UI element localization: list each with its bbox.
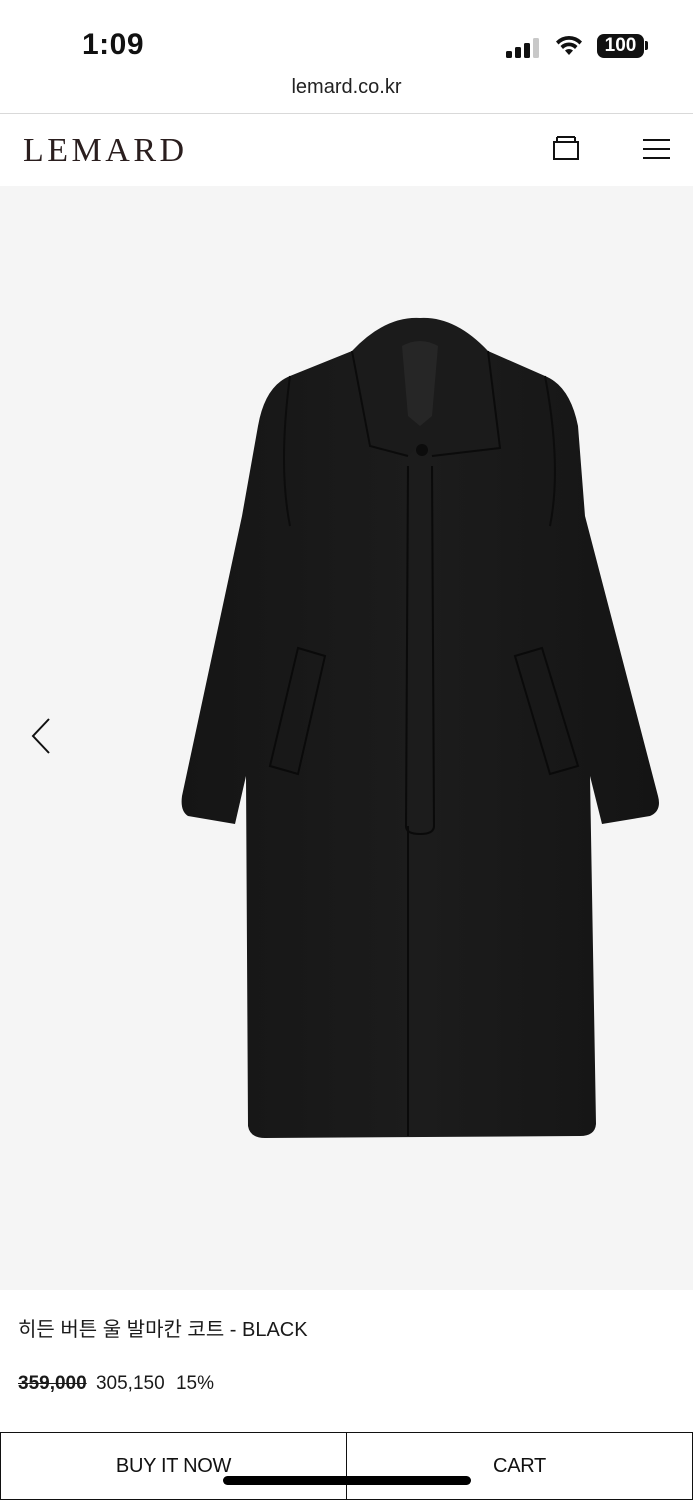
add-to-cart-button[interactable]: CART — [347, 1432, 693, 1500]
product-title: 히든 버튼 울 발마칸 코트 - BLACK — [18, 1319, 308, 1341]
battery-icon: 100 — [597, 34, 644, 58]
hamburger-menu-icon — [643, 139, 670, 159]
price-row: 359,000 305,150 15% — [18, 1373, 214, 1395]
status-bar: 1:09 100 — [0, 0, 693, 70]
home-indicator — [223, 1476, 471, 1485]
site-logo[interactable]: LEMARD — [23, 132, 188, 170]
url-bar[interactable]: lemard.co.kr — [0, 76, 693, 112]
status-time: 1:09 — [82, 28, 145, 61]
sale-price: 305,150 — [95, 1373, 165, 1394]
buy-now-button[interactable]: BUY IT NOW — [0, 1432, 347, 1500]
discount-rate: 15% — [175, 1373, 214, 1394]
chevron-left-icon[interactable] — [24, 716, 60, 756]
cellular-signal-icon — [506, 36, 542, 58]
shopping-bag-icon — [553, 136, 579, 160]
battery-tip — [645, 41, 648, 50]
bottom-action-bar: BUY IT NOW CART — [0, 1432, 693, 1500]
product-gallery[interactable] — [0, 186, 693, 1290]
site-header: LEMARD — [0, 114, 693, 186]
page: 1:09 100 lemard.co.kr LEMARD 히든 버튼 울 발마칸… — [0, 0, 693, 1500]
product-image — [181, 317, 659, 1138]
wifi-icon — [556, 35, 582, 55]
menu-button[interactable] — [636, 132, 676, 168]
original-price: 359,000 — [18, 1373, 87, 1394]
cart-button[interactable] — [546, 132, 586, 168]
